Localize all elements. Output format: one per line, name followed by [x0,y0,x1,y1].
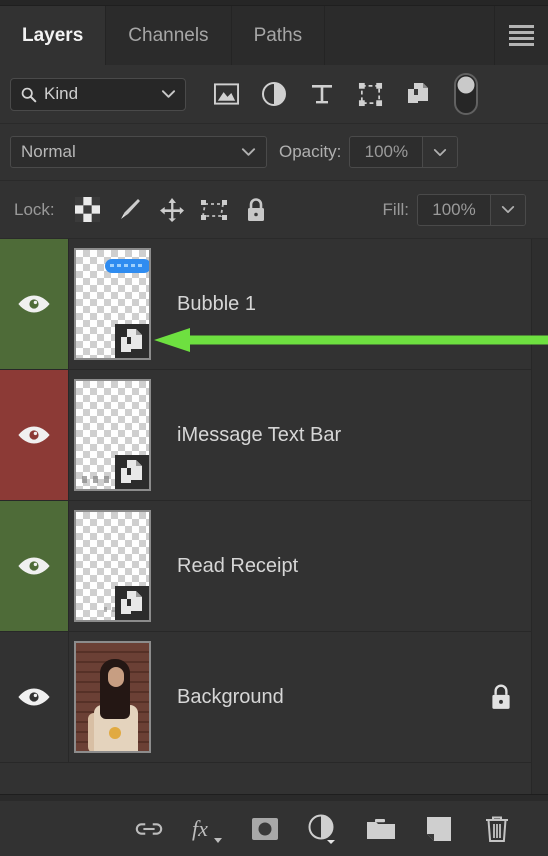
opacity-field[interactable]: 100% [349,136,459,168]
layer-thumbnail-cell[interactable] [69,239,155,369]
table-row[interactable]: Background [0,632,531,763]
lock-row: Lock: Fill: 100% [0,181,548,239]
table-row[interactable]: Bubble 1 [0,239,531,370]
eye-icon [18,557,50,575]
chevron-down-icon [434,148,447,156]
tab-layers-label: Layers [22,24,84,46]
fill-label: Fill: [382,199,409,219]
tab-bar-empty-space [325,6,495,65]
lock-position-icon[interactable] [151,190,193,230]
layer-thumbnail[interactable] [73,379,151,491]
background-lock-icon[interactable] [471,632,531,762]
lock-image-pixels-icon[interactable] [109,190,151,230]
link-layers-icon[interactable] [120,801,178,856]
layer-thumbnail-cell[interactable] [69,632,155,762]
add-layer-mask-icon[interactable] [236,801,294,856]
layer-list-wrapper: Bubble 1 iMessage Text Bar Read Receipt … [0,239,548,794]
layer-visibility-toggle[interactable] [0,370,69,500]
smart-object-badge-icon [114,324,149,358]
layer-lock-indicator [471,501,531,631]
tab-channels[interactable]: Channels [106,6,232,65]
lock-label: Lock: [14,199,55,219]
filter-smart-object-layers-icon[interactable] [394,74,442,114]
fill-value[interactable]: 100% [418,200,490,220]
opacity-control: Opacity: 100% [279,136,459,168]
filter-pixel-layers-icon[interactable] [202,74,250,114]
opacity-label: Opacity: [279,142,342,161]
layer-lock-indicator [471,370,531,500]
photo-accent [108,727,121,739]
layer-name[interactable]: Bubble 1 [155,239,471,369]
chevron-down-icon [241,148,256,156]
layer-list-empty-space [0,763,531,794]
layer-list-scrollbar[interactable] [531,239,548,794]
smart-object-badge-icon [114,455,149,489]
blend-mode-value: Normal [21,142,76,161]
eye-icon [18,426,50,444]
eye-icon [18,295,50,313]
layer-visibility-toggle[interactable] [0,501,69,631]
lock-artboard-nesting-icon[interactable] [193,190,235,230]
layer-name[interactable]: iMessage Text Bar [155,370,471,500]
tab-layers[interactable]: Layers [0,6,107,65]
layer-visibility-toggle[interactable] [0,239,69,369]
layer-thumbnail-cell[interactable] [69,501,155,631]
layer-lock-indicator [471,239,531,369]
smart-object-badge-icon [114,586,149,620]
layer-thumbnail-cell[interactable] [69,370,155,500]
lock-transparent-pixels-icon[interactable] [67,190,109,230]
hamburger-line [509,43,534,46]
layer-visibility-toggle[interactable] [0,632,69,762]
bottom-bar-separator [0,794,548,801]
tab-channels-label: Channels [128,24,209,46]
table-row[interactable]: Read Receipt [0,501,531,632]
lock-buttons [67,190,277,230]
lock-all-icon[interactable] [235,190,277,230]
eye-icon [18,688,50,706]
new-group-icon[interactable] [352,801,410,856]
new-adjustment-layer-icon[interactable] [294,801,352,856]
search-icon [21,87,37,102]
photo-subject-face [107,667,124,687]
layer-thumbnail[interactable] [73,641,151,753]
filter-shape-layers-icon[interactable] [346,74,394,114]
layer-name[interactable]: Background [155,632,471,762]
delete-layer-icon[interactable] [468,801,526,856]
fill-stepper[interactable] [490,194,525,225]
layers-bottom-toolbar: fx [0,801,548,856]
hamburger-line [509,25,534,28]
filter-type-buttons [202,73,490,115]
table-row[interactable]: iMessage Text Bar [0,370,531,501]
opacity-stepper[interactable] [422,137,458,167]
layers-panel: Layers Channels Paths Kind Normal Opacit… [0,0,548,856]
layer-name[interactable]: Read Receipt [155,501,471,631]
layer-style-fx-icon[interactable]: fx [178,801,236,856]
filter-enable-toggle[interactable] [442,73,490,115]
fill-field[interactable]: 100% [417,193,526,226]
svg-text:fx: fx [192,816,208,841]
panel-menu-icon[interactable] [495,6,548,65]
lock-icon [492,684,510,709]
layer-thumbnail[interactable] [73,248,151,360]
blend-mode-dropdown[interactable]: Normal [10,136,267,168]
opacity-value[interactable]: 100% [350,142,422,162]
chat-bubble-graphic [104,259,149,273]
layer-thumbnail[interactable] [73,510,151,622]
blend-mode-row: Normal Opacity: 100% [0,124,548,181]
chevron-down-icon [501,206,515,213]
tab-paths-label: Paths [253,24,303,46]
panel-tab-bar: Layers Channels Paths [0,6,548,65]
tab-paths[interactable]: Paths [231,6,326,65]
hamburger-line [509,31,534,34]
hamburger-line [509,37,534,40]
new-layer-icon[interactable] [410,801,468,856]
filter-kind-label: Kind [44,84,79,103]
filter-type-layers-icon[interactable] [298,74,346,114]
fill-control: Fill: 100% [382,193,534,226]
filter-adjustment-layers-icon[interactable] [250,74,298,114]
chevron-down-icon [161,90,176,98]
filter-kind-dropdown[interactable]: Kind [10,77,186,111]
layer-list: Bubble 1 iMessage Text Bar Read Receipt … [0,239,531,794]
layer-filter-row: Kind [0,65,548,124]
